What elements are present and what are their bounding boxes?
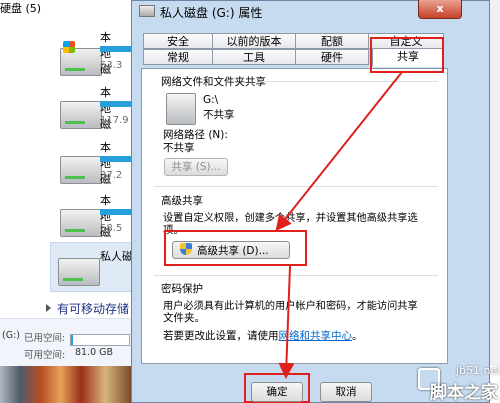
watermark-site: jb51.net [456, 364, 500, 377]
watermark-name: 脚本之家 [430, 383, 498, 403]
sharing-tab-highlight [370, 37, 444, 73]
arrow-to-advanced-button [275, 71, 403, 232]
arrow-to-ok-button [278, 265, 295, 379]
